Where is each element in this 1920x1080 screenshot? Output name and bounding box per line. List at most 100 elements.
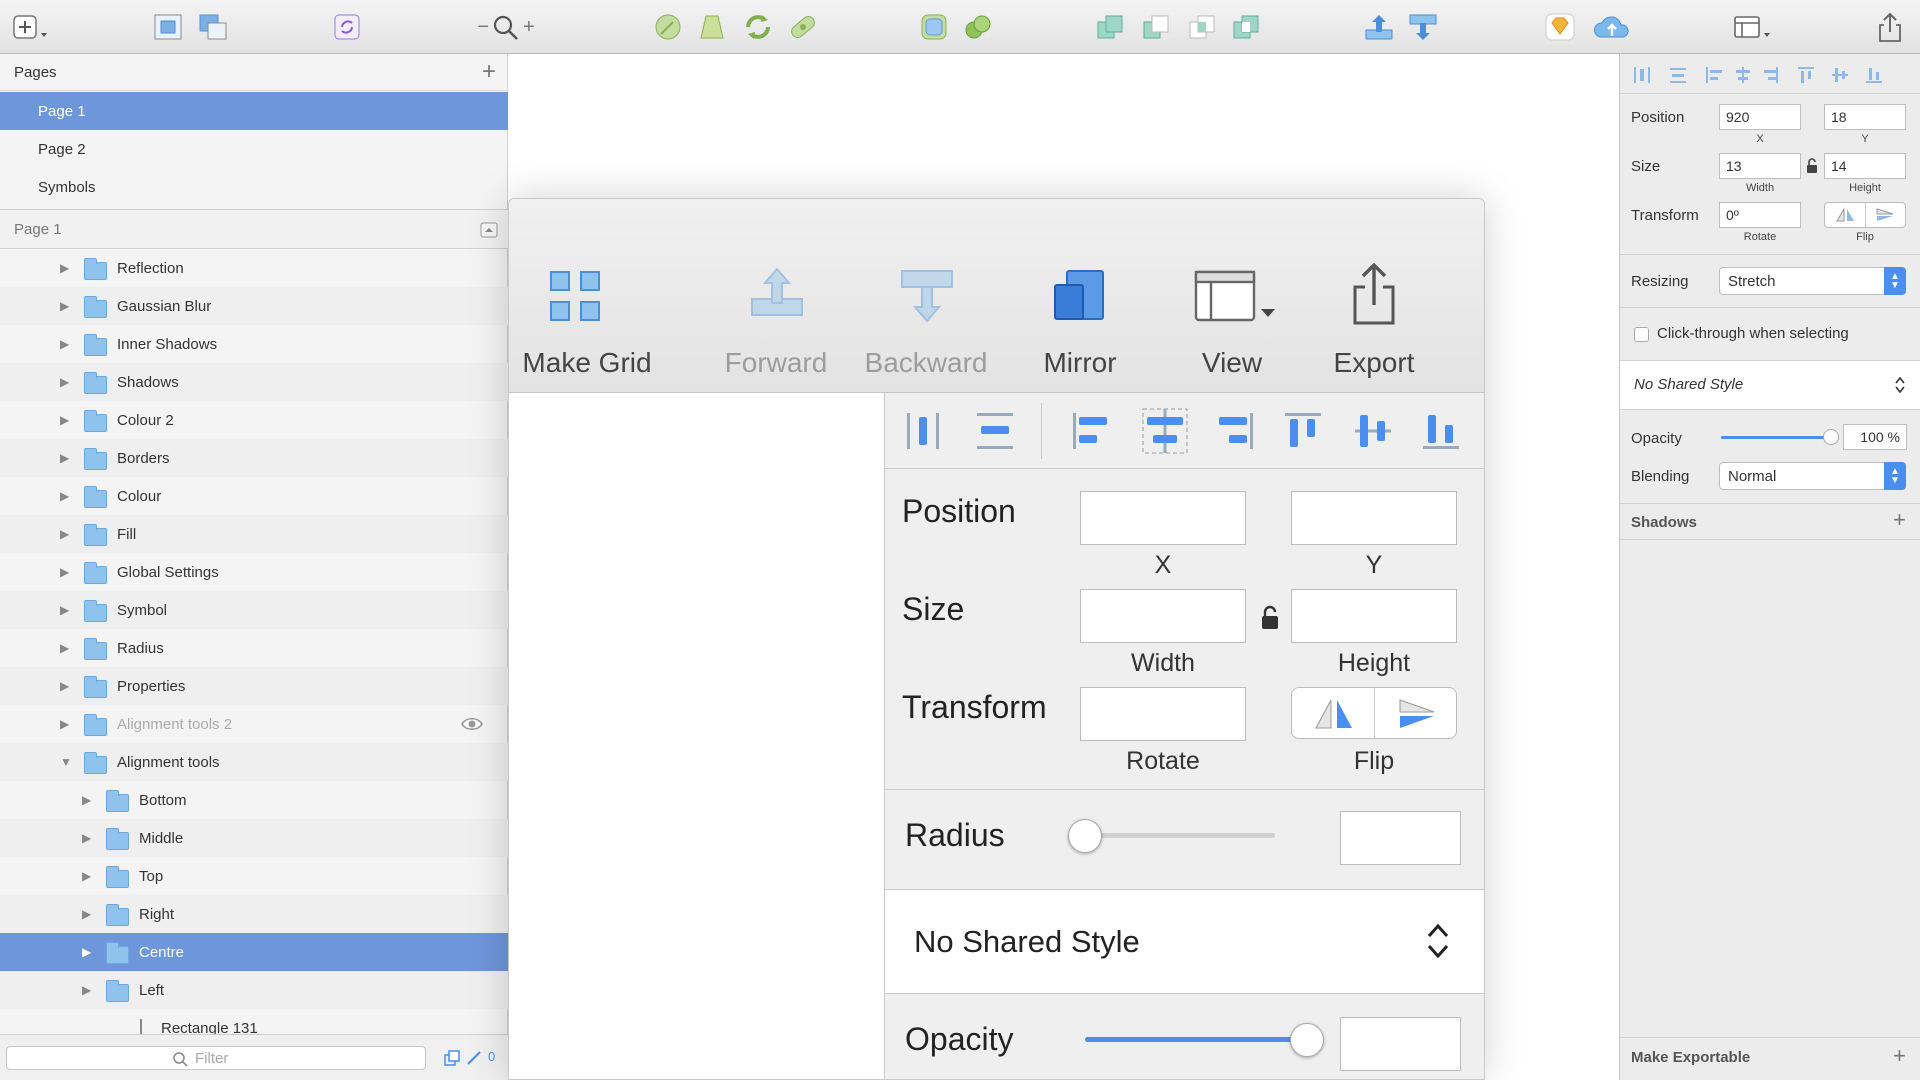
layer-item[interactable]: ▶ Centre	[0, 933, 508, 971]
layer-item[interactable]: ▶ Bottom	[0, 781, 508, 819]
disclosure-closed-icon[interactable]: ▶	[60, 451, 69, 465]
forward-button[interactable]	[1360, 12, 1398, 42]
filter-input[interactable]: Filter	[6, 1046, 426, 1070]
align-centre-icon	[1142, 408, 1188, 454]
layer-item[interactable]: ▶ Inner Shadows	[0, 325, 508, 363]
eye-icon[interactable]	[460, 716, 484, 736]
add-shadow-icon[interactable]: +	[1893, 507, 1906, 533]
backward-button[interactable]	[1404, 12, 1442, 42]
layer-item[interactable]: ▼ Alignment tools	[0, 743, 508, 781]
shared-style-selector[interactable]: No Shared Style	[1620, 360, 1920, 410]
transform-button[interactable]	[694, 12, 730, 42]
layer-item[interactable]: ▶ Left	[0, 971, 508, 1009]
zoom-out-icon[interactable]: −	[477, 16, 489, 39]
create-symbol-button[interactable]	[330, 12, 364, 42]
layer-item[interactable]: ▶ Reflection	[0, 249, 508, 287]
lock-icon[interactable]	[1806, 158, 1818, 174]
subtract-button[interactable]	[1138, 12, 1174, 42]
intersect-button[interactable]	[1184, 12, 1220, 42]
collapse-layers-icon[interactable]	[480, 222, 498, 238]
layer-item[interactable]: ▶ Symbol	[0, 591, 508, 629]
disclosure-closed-icon[interactable]: ▶	[60, 375, 69, 389]
layer-item[interactable]: ▶ Top	[0, 857, 508, 895]
resizing-dropdown[interactable]: Stretch ▲ ▼	[1719, 267, 1906, 295]
scale-button[interactable]	[960, 12, 996, 42]
add-page-icon[interactable]: +	[482, 58, 496, 86]
view-button[interactable]	[1730, 12, 1776, 42]
flip-horizontal-icon[interactable]	[1835, 207, 1857, 223]
backward-icon	[1409, 14, 1437, 40]
opacity-slider[interactable]	[1721, 429, 1839, 445]
click-through-checkbox[interactable]	[1634, 327, 1649, 342]
rotate-button[interactable]	[738, 12, 778, 42]
layer-item[interactable]: ▶ Properties	[0, 667, 508, 705]
alignment-icons[interactable]	[1632, 66, 1902, 84]
export-icon	[1353, 262, 1395, 325]
folder-icon	[106, 980, 129, 1002]
page-item[interactable]: Page 1	[0, 92, 508, 130]
layer-item[interactable]: ▶ Colour	[0, 477, 508, 515]
layer-item[interactable]: ▶ Right	[0, 895, 508, 933]
layer-item[interactable]: ▶ Radius	[0, 629, 508, 667]
page-item[interactable]: Page 2	[0, 130, 508, 168]
flip-vertical-icon[interactable]	[1875, 207, 1897, 223]
disclosure-closed-icon[interactable]: ▶	[60, 603, 69, 617]
cloud-upload-button[interactable]	[1590, 12, 1634, 42]
page-item-label: Symbols	[38, 178, 96, 196]
sketch-cloud-button[interactable]	[1542, 12, 1578, 42]
zoom-control[interactable]: − +	[466, 12, 546, 42]
insert-button[interactable]	[10, 12, 54, 42]
x-input[interactable]: 920	[1719, 104, 1801, 130]
difference-button[interactable]	[1228, 12, 1264, 42]
disclosure-closed-icon[interactable]: ▶	[82, 831, 91, 845]
mask-button[interactable]	[916, 12, 952, 42]
rotate-input[interactable]: 0º	[1719, 202, 1801, 228]
disclosure-closed-icon[interactable]: ▶	[60, 717, 69, 731]
add-export-icon[interactable]: +	[1893, 1043, 1906, 1069]
disclosure-closed-icon[interactable]: ▶	[60, 337, 69, 351]
zoom-in-icon[interactable]: +	[523, 16, 535, 39]
disclosure-closed-icon[interactable]: ▶	[82, 983, 91, 997]
disclosure-closed-icon[interactable]: ▶	[60, 261, 69, 275]
disclosure-closed-icon[interactable]: ▶	[82, 945, 91, 959]
symbols-filter-icon[interactable]	[444, 1050, 460, 1066]
ungroup-button[interactable]	[195, 12, 231, 42]
disclosure-closed-icon[interactable]: ▶	[60, 565, 69, 579]
layer-item[interactable]: ▶ Colour 2	[0, 401, 508, 439]
layer-item[interactable]: ▶ Borders	[0, 439, 508, 477]
disclosure-open-icon[interactable]: ▼	[60, 755, 72, 769]
layer-item[interactable]: ▶ Alignment tools 2	[0, 705, 508, 743]
width-input[interactable]: 13	[1719, 153, 1801, 179]
page-item[interactable]: Symbols	[0, 168, 508, 206]
layer-item[interactable]: ▶ Fill	[0, 515, 508, 553]
export-button[interactable]	[1872, 12, 1908, 42]
disclosure-closed-icon[interactable]: ▶	[82, 793, 91, 807]
blending-dropdown[interactable]: Normal ▲ ▼	[1719, 462, 1906, 490]
layer-item[interactable]: ▶ Middle	[0, 819, 508, 857]
layers-header: Page 1	[0, 209, 508, 249]
flip-divider	[1865, 203, 1866, 227]
group-button[interactable]	[150, 12, 186, 42]
layer-item[interactable]: ▶ Global Settings	[0, 553, 508, 591]
layer-item[interactable]: ▶ Shadows	[0, 363, 508, 401]
edit-button[interactable]	[650, 12, 686, 42]
disclosure-closed-icon[interactable]: ▶	[60, 527, 69, 541]
layer-item[interactable]: ▶ Gaussian Blur	[0, 287, 508, 325]
disclosure-closed-icon[interactable]: ▶	[60, 641, 69, 655]
zoom-radius-knob	[1068, 819, 1102, 853]
opacity-input[interactable]: 100 %	[1843, 424, 1907, 450]
disclosure-closed-icon[interactable]: ▶	[60, 413, 69, 427]
disclosure-closed-icon[interactable]: ▶	[60, 299, 69, 313]
make-exportable-row[interactable]: Make Exportable +	[1620, 1037, 1920, 1080]
y-input[interactable]: 18	[1824, 104, 1906, 130]
slices-filter-icon[interactable]	[466, 1050, 482, 1066]
union-button[interactable]	[1092, 12, 1128, 42]
opacity-slider-knob[interactable]	[1823, 429, 1839, 445]
resizing-label: Resizing	[1631, 273, 1689, 290]
disclosure-closed-icon[interactable]: ▶	[60, 679, 69, 693]
disclosure-closed-icon[interactable]: ▶	[60, 489, 69, 503]
disclosure-closed-icon[interactable]: ▶	[82, 907, 91, 921]
height-input[interactable]: 14	[1824, 153, 1906, 179]
flatten-button[interactable]	[784, 12, 822, 42]
disclosure-closed-icon[interactable]: ▶	[82, 869, 91, 883]
